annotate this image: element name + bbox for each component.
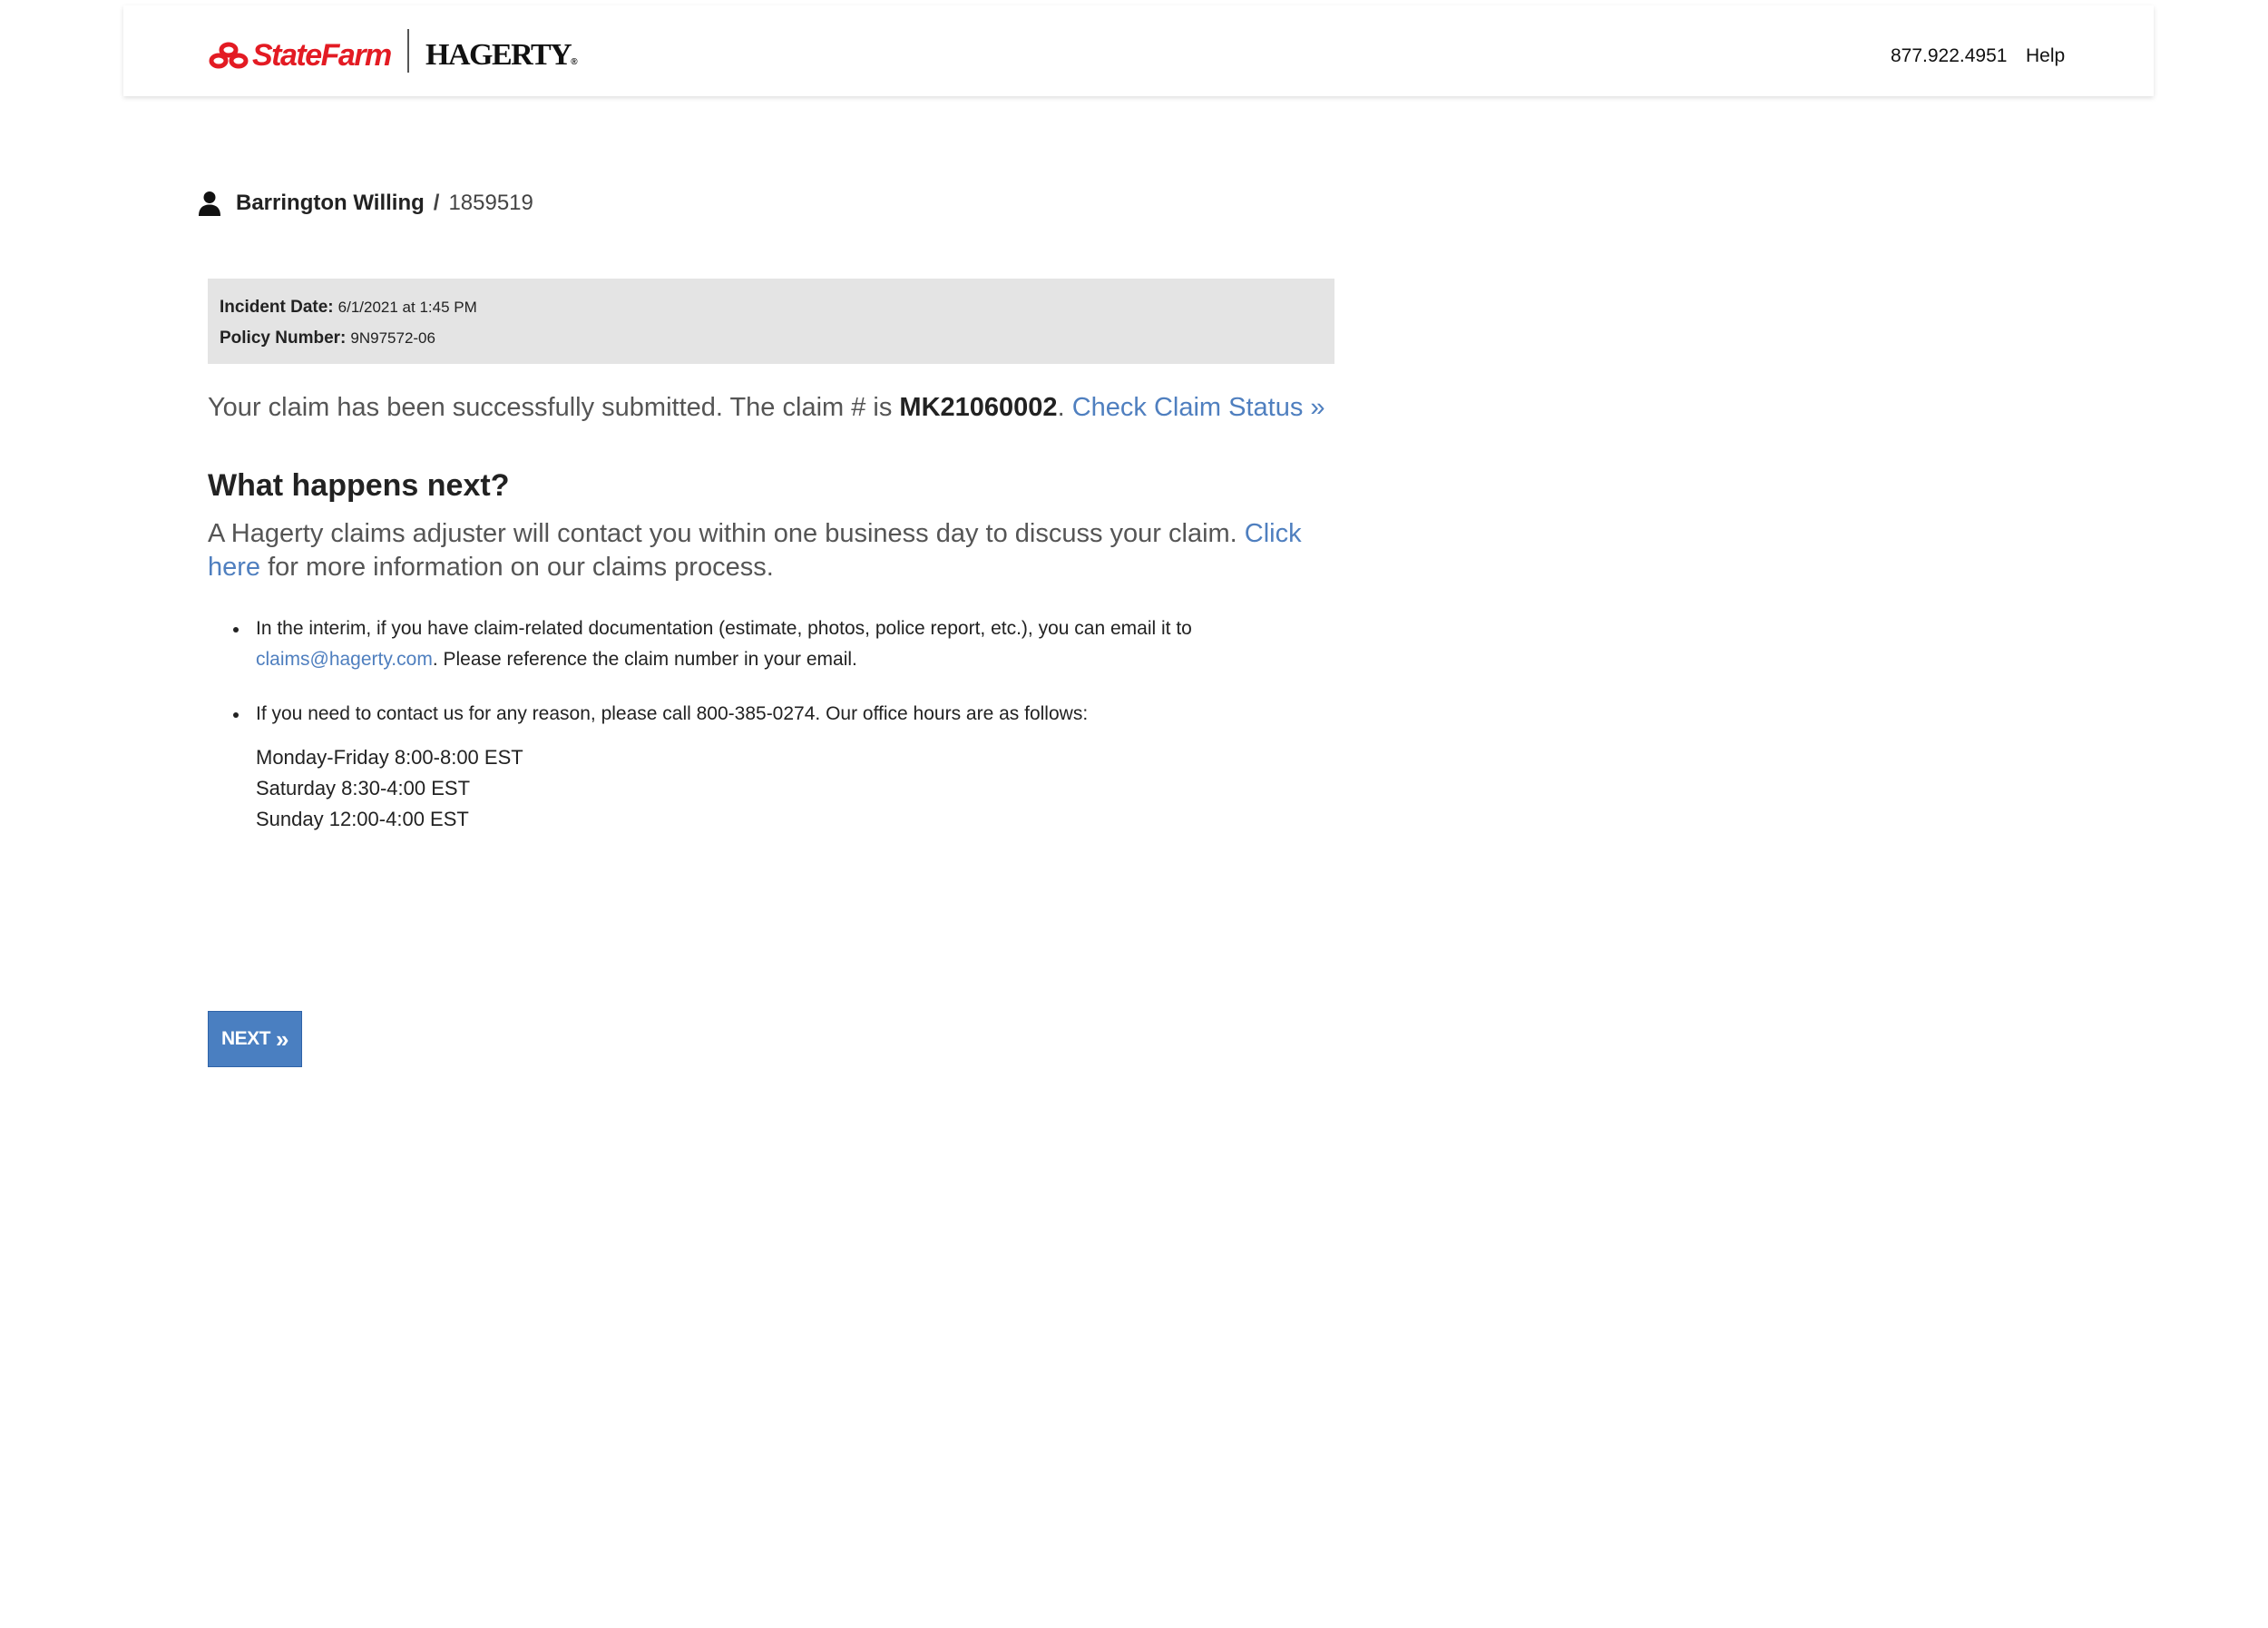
confirmation-text: Your claim has been successfully submitt… bbox=[208, 393, 900, 422]
check-claim-status-link[interactable]: Check Claim Status » bbox=[1072, 393, 1325, 422]
bullet-dot bbox=[233, 627, 239, 633]
bullet1-text: In the interim, if you have claim-relate… bbox=[256, 618, 1192, 639]
incident-date-label: Incident Date: bbox=[220, 298, 334, 317]
incident-date-value: 6/1/2021 at 1:45 PM bbox=[337, 299, 477, 316]
hours-weekday: Monday-Friday 8:00-8:00 EST bbox=[256, 746, 523, 769]
chevron-right-double-icon: » bbox=[276, 1025, 288, 1053]
list-item: If you need to contact us for any reason… bbox=[208, 699, 1351, 835]
policy-number-label: Policy Number: bbox=[220, 329, 347, 348]
logo-divider bbox=[407, 29, 409, 73]
header-phone[interactable]: 877.922.4951 bbox=[1891, 46, 2007, 65]
next-steps-text-after: for more information on our claims proce… bbox=[260, 553, 774, 582]
hours-saturday: Saturday 8:30-4:00 EST bbox=[256, 777, 471, 799]
hours-sunday: Sunday 12:00-4:00 EST bbox=[256, 808, 469, 830]
claims-email-link[interactable]: claims@hagerty.com bbox=[256, 649, 433, 670]
next-steps-paragraph: A Hagerty claims adjuster will contact y… bbox=[208, 517, 1351, 584]
statefarm-logo[interactable]: StateFarm bbox=[209, 38, 392, 73]
user-name: Barrington Willing bbox=[236, 191, 425, 215]
registered-mark: ® bbox=[571, 57, 577, 67]
next-button[interactable]: NEXT» bbox=[208, 1011, 302, 1067]
help-link[interactable]: Help bbox=[2026, 46, 2065, 65]
office-hours: Monday-Friday 8:00-8:00 EST Saturday 8:3… bbox=[256, 742, 1351, 835]
next-steps-text: A Hagerty claims adjuster will contact y… bbox=[208, 519, 1245, 548]
statefarm-wordmark: StateFarm bbox=[252, 38, 392, 73]
section-heading: What happens next? bbox=[208, 468, 510, 503]
statefarm-rings-icon bbox=[209, 42, 249, 69]
bullet1-text-after: . Please reference the claim number in y… bbox=[432, 649, 857, 670]
hagerty-logo[interactable]: HAGERTY® bbox=[425, 38, 578, 72]
list-item: In the interim, if you have claim-relate… bbox=[208, 613, 1351, 675]
site-header: StateFarm HAGERTY® 877.922.4951 Help bbox=[123, 5, 2154, 96]
user-id: 1859519 bbox=[448, 191, 533, 215]
bullet-dot bbox=[233, 712, 239, 718]
confirmation-message: Your claim has been successfully submitt… bbox=[208, 395, 1325, 421]
person-icon bbox=[199, 191, 220, 216]
claim-info-box: Incident Date: 6/1/2021 at 1:45 PM Polic… bbox=[208, 279, 1334, 364]
next-steps-list: In the interim, if you have claim-relate… bbox=[208, 613, 1351, 835]
policy-number-row: Policy Number: 9N97572-06 bbox=[220, 329, 435, 347]
user-breadcrumb: Barrington Willing / 1859519 bbox=[198, 191, 533, 216]
hagerty-wordmark: HAGERTY bbox=[425, 38, 572, 72]
next-button-label: NEXT bbox=[221, 1028, 271, 1049]
claim-number: MK21060002 bbox=[899, 393, 1058, 422]
bullet2-text: If you need to contact us for any reason… bbox=[256, 703, 1089, 724]
incident-date-row: Incident Date: 6/1/2021 at 1:45 PM bbox=[220, 299, 477, 316]
policy-number-value: 9N97572-06 bbox=[350, 329, 435, 347]
confirmation-period: . bbox=[1057, 393, 1065, 422]
breadcrumb-separator: / bbox=[433, 191, 440, 215]
